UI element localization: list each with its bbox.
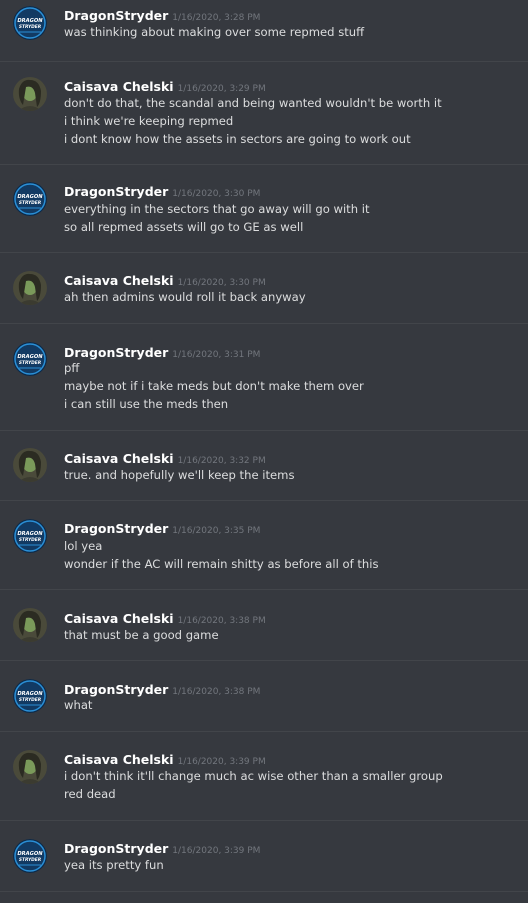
message-divider bbox=[0, 500, 528, 501]
character-portrait-icon[interactable] bbox=[13, 77, 47, 111]
author-name[interactable]: Caisava Chelski bbox=[64, 273, 174, 288]
message-line: i dont know how the assets in sectors ar… bbox=[64, 132, 411, 146]
message-header: DragonStryder 1/16/2020, 3:35 PM bbox=[64, 518, 260, 536]
message-line: so all repmed assets will go to GE as we… bbox=[64, 220, 304, 234]
avatar-brand-text: STRYDER bbox=[19, 537, 42, 543]
character-portrait-icon[interactable] bbox=[13, 608, 47, 642]
author-name[interactable]: DragonStryder bbox=[64, 841, 168, 856]
avatar-brand-text: DRAGON bbox=[17, 691, 43, 697]
message-divider bbox=[0, 61, 528, 62]
timestamp: 1/16/2020, 3:38 PM bbox=[177, 616, 266, 626]
timestamp: 1/16/2020, 3:31 PM bbox=[172, 350, 261, 360]
avatar-brand-text: DRAGON bbox=[17, 531, 43, 537]
author-name[interactable]: Caisava Chelski bbox=[64, 79, 174, 94]
message-divider bbox=[0, 660, 528, 661]
timestamp: 1/16/2020, 3:30 PM bbox=[177, 278, 266, 288]
message-line: red dead bbox=[64, 787, 116, 801]
timestamp: 1/16/2020, 3:35 PM bbox=[172, 526, 261, 536]
message-divider bbox=[0, 589, 528, 590]
message-header: Caisava Chelski 1/16/2020, 3:39 PM bbox=[64, 749, 266, 767]
message-line: i don't think it'll change much ac wise … bbox=[64, 769, 443, 783]
chat-log: DRAGON STRYDER DragonStryder 1/16/2020, 3:… bbox=[0, 0, 528, 903]
message-line: maybe not if i take meds but don't make … bbox=[64, 379, 364, 393]
message-line: what bbox=[64, 698, 93, 712]
author-name[interactable]: DragonStryder bbox=[64, 184, 168, 199]
message-divider bbox=[0, 164, 528, 165]
avatar-brand-text: DRAGON bbox=[17, 18, 43, 24]
message-line: wonder if the AC will remain shitty as b… bbox=[64, 557, 379, 571]
character-portrait-icon[interactable] bbox=[13, 750, 47, 784]
message-divider bbox=[0, 891, 528, 892]
message-line: lol yea bbox=[64, 539, 103, 553]
message-line: that must be a good game bbox=[64, 628, 219, 642]
avatar-brand-text: DRAGON bbox=[17, 194, 43, 200]
message-line: was thinking about making over some repm… bbox=[64, 25, 365, 39]
message-divider bbox=[0, 820, 528, 821]
dragon-logo-icon[interactable]: DRAGON STRYDER bbox=[13, 182, 47, 216]
dragon-logo-icon[interactable]: DRAGON STRYDER bbox=[13, 6, 47, 40]
avatar-brand-text: DRAGON bbox=[17, 851, 43, 857]
avatar-brand-text: STRYDER bbox=[19, 360, 42, 366]
author-name[interactable]: Caisava Chelski bbox=[64, 611, 174, 626]
author-name[interactable]: DragonStryder bbox=[64, 682, 168, 697]
message-header: DragonStryder 1/16/2020, 3:38 PM bbox=[64, 679, 260, 697]
timestamp: 1/16/2020, 3:32 PM bbox=[177, 456, 266, 466]
message-line: yea its pretty fun bbox=[64, 858, 164, 872]
character-portrait-icon[interactable] bbox=[13, 271, 47, 305]
author-name[interactable]: DragonStryder bbox=[64, 345, 168, 360]
message-divider bbox=[0, 323, 528, 324]
author-name[interactable]: DragonStryder bbox=[64, 521, 168, 536]
message-divider bbox=[0, 731, 528, 732]
message-header: Caisava Chelski 1/16/2020, 3:32 PM bbox=[64, 448, 266, 466]
message-line: pff bbox=[64, 361, 80, 375]
avatar-brand-text: STRYDER bbox=[19, 200, 42, 206]
author-name[interactable]: Caisava Chelski bbox=[64, 752, 174, 767]
message-divider bbox=[0, 430, 528, 431]
author-name[interactable]: Caisava Chelski bbox=[64, 451, 174, 466]
timestamp: 1/16/2020, 3:39 PM bbox=[177, 757, 266, 767]
dragon-logo-icon[interactable]: DRAGON STRYDER bbox=[13, 839, 47, 873]
message-header: DragonStryder 1/16/2020, 3:30 PM bbox=[64, 181, 260, 199]
message-header: Caisava Chelski 1/16/2020, 3:29 PM bbox=[64, 76, 266, 94]
avatar-brand-text: STRYDER bbox=[19, 857, 42, 863]
message-line: true. and hopefully we'll keep the items bbox=[64, 468, 295, 482]
message-header: DragonStryder 1/16/2020, 3:39 PM bbox=[64, 838, 260, 856]
dragon-logo-icon[interactable]: DRAGON STRYDER bbox=[13, 342, 47, 376]
author-name[interactable]: DragonStryder bbox=[64, 8, 168, 23]
message-line: everything in the sectors that go away w… bbox=[64, 202, 370, 216]
message-line: ah then admins would roll it back anyway bbox=[64, 290, 306, 304]
message-line: i can still use the meds then bbox=[64, 397, 229, 411]
timestamp: 1/16/2020, 3:38 PM bbox=[172, 687, 261, 697]
message-divider bbox=[0, 252, 528, 253]
timestamp: 1/16/2020, 3:30 PM bbox=[172, 189, 261, 199]
avatar-brand-text: STRYDER bbox=[19, 24, 42, 30]
message-header: DragonStryder 1/16/2020, 3:31 PM bbox=[64, 342, 260, 360]
dragon-logo-icon[interactable]: DRAGON STRYDER bbox=[13, 519, 47, 553]
message-line: i think we're keeping repmed bbox=[64, 114, 234, 128]
timestamp: 1/16/2020, 3:28 PM bbox=[172, 13, 261, 23]
timestamp: 1/16/2020, 3:39 PM bbox=[172, 846, 261, 856]
message-header: Caisava Chelski 1/16/2020, 3:38 PM bbox=[64, 608, 266, 626]
dragon-logo-icon[interactable]: DRAGON STRYDER bbox=[13, 679, 47, 713]
character-portrait-icon[interactable] bbox=[13, 448, 47, 482]
message-header: DragonStryder 1/16/2020, 3:28 PM bbox=[64, 5, 260, 23]
avatar-brand-text: STRYDER bbox=[19, 697, 42, 703]
message-line: don't do that, the scandal and being wan… bbox=[64, 96, 442, 110]
message-header: Caisava Chelski 1/16/2020, 3:30 PM bbox=[64, 270, 266, 288]
timestamp: 1/16/2020, 3:29 PM bbox=[177, 84, 266, 94]
avatar-brand-text: DRAGON bbox=[17, 354, 43, 360]
